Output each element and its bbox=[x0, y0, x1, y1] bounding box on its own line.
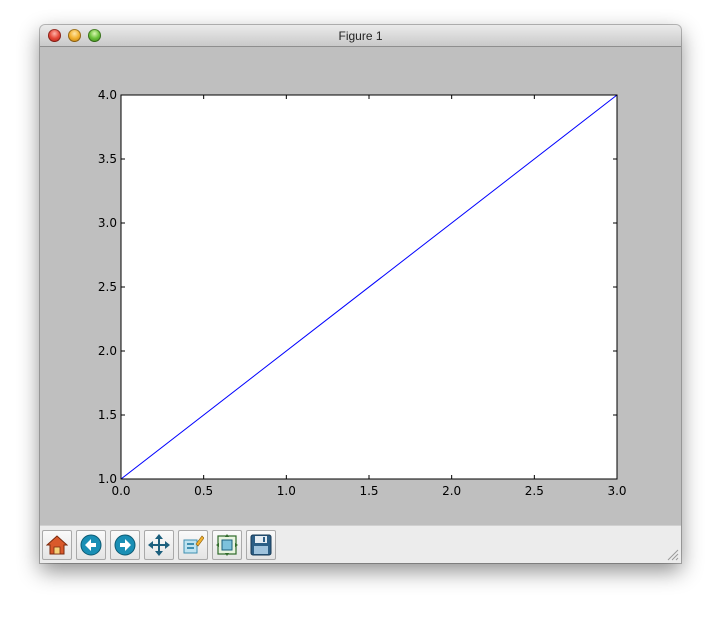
navigation-toolbar bbox=[40, 525, 681, 563]
x-tick-label: 2.5 bbox=[525, 484, 544, 498]
zoom-rect-button[interactable] bbox=[178, 530, 208, 560]
resize-grip[interactable] bbox=[667, 549, 679, 561]
home-icon bbox=[46, 535, 68, 555]
pan-button[interactable] bbox=[144, 530, 174, 560]
y-tick-label: 1.0 bbox=[98, 472, 117, 486]
back-button[interactable] bbox=[76, 530, 106, 560]
figure-window: Figure 1 0.0 0.5 1.0 1.5 2.0 2.5 3.0 1.0 1.5 2.0 2… bbox=[40, 25, 681, 563]
y-tick-label: 4.0 bbox=[98, 88, 117, 102]
save-disk-icon bbox=[250, 534, 272, 556]
y-tick-label: 3.5 bbox=[98, 152, 117, 166]
x-tick-label: 2.0 bbox=[442, 484, 461, 498]
x-tick-label: 3.0 bbox=[607, 484, 626, 498]
x-tick-label: 0.0 bbox=[111, 484, 130, 498]
configure-subplots-button[interactable] bbox=[212, 530, 242, 560]
forward-arrow-icon bbox=[114, 534, 136, 556]
y-tick-label: 3.0 bbox=[98, 216, 117, 230]
x-tick-label: 0.5 bbox=[194, 484, 213, 498]
x-tick-label: 1.5 bbox=[359, 484, 378, 498]
subplots-icon bbox=[216, 534, 238, 556]
y-tick-label: 2.0 bbox=[98, 344, 117, 358]
forward-button[interactable] bbox=[110, 530, 140, 560]
plot-svg: 0.0 0.5 1.0 1.5 2.0 2.5 3.0 1.0 1.5 2.0 2.5 3.0 3.5 4… bbox=[98, 88, 627, 498]
save-button[interactable] bbox=[246, 530, 276, 560]
figure-canvas[interactable]: 0.0 0.5 1.0 1.5 2.0 2.5 3.0 1.0 1.5 2.0 2.5 3.0 3.5 4… bbox=[40, 47, 681, 525]
title-bar[interactable]: Figure 1 bbox=[40, 25, 681, 47]
zoom-rect-icon bbox=[183, 535, 204, 554]
y-tick-label: 1.5 bbox=[98, 408, 117, 422]
home-button[interactable] bbox=[42, 530, 72, 560]
window-title: Figure 1 bbox=[338, 29, 383, 43]
pan-arrows-icon bbox=[148, 534, 170, 556]
x-tick-label: 1.0 bbox=[277, 484, 296, 498]
back-arrow-icon bbox=[80, 534, 102, 556]
y-tick-label: 2.5 bbox=[98, 280, 117, 294]
